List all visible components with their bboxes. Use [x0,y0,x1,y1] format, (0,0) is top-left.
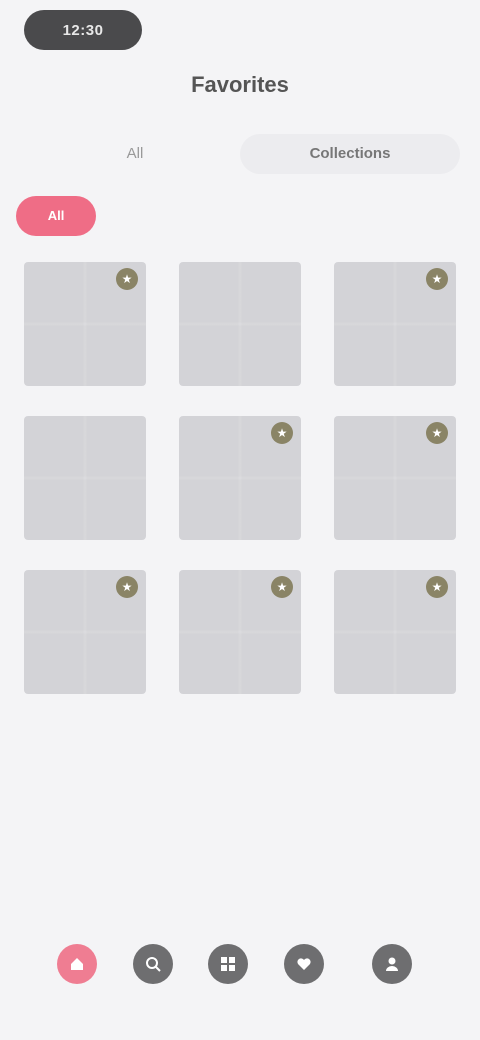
chip-filter-5[interactable] [236,196,264,236]
grid-tile[interactable]: ★ [334,416,456,540]
profile-icon[interactable] [372,944,412,984]
segmented-control: All Collections [70,134,460,174]
filter-chips: All [16,192,480,240]
grid-icon[interactable] [208,944,248,984]
grid-tile[interactable]: ★ [334,570,456,694]
chip-filter-2[interactable] [110,196,138,236]
chip-all[interactable]: All [16,196,96,236]
page-title: Favorites [191,72,289,97]
segment-all[interactable]: All [70,134,200,174]
app-screen: 12:30 Favorites All Collections All ★ ★ … [0,0,480,1040]
status-bar: 12:30 [0,0,480,60]
favorites-grid: ★ ★ ★ ★ ★ ★ ★ [24,262,456,694]
chip-filter-4[interactable] [194,196,222,236]
grid-glyph [221,957,235,971]
bottom-nav [0,930,480,1010]
star-icon[interactable]: ★ [426,422,448,444]
search-icon[interactable] [133,944,173,984]
segment-collections[interactable]: Collections [240,134,460,174]
star-icon[interactable]: ★ [116,576,138,598]
status-time-pill: 12:30 [24,10,142,50]
grid-tile[interactable]: ★ [179,570,301,694]
grid-tile[interactable] [24,416,146,540]
status-time: 12:30 [62,21,104,39]
heart-icon[interactable] [284,944,324,984]
home-icon[interactable] [57,944,97,984]
search-glyph [146,957,161,972]
tile-image [179,262,301,386]
profile-glyph [386,957,398,971]
heart-glyph [297,958,311,970]
star-icon[interactable]: ★ [271,576,293,598]
home-glyph [71,958,83,970]
star-icon[interactable]: ★ [116,268,138,290]
grid-tile[interactable]: ★ [24,262,146,386]
grid-tile[interactable]: ★ [24,570,146,694]
star-icon[interactable]: ★ [426,576,448,598]
grid-tile[interactable]: ★ [334,262,456,386]
star-icon[interactable]: ★ [271,422,293,444]
grid-tile[interactable] [179,262,301,386]
grid-tile[interactable]: ★ [179,416,301,540]
chip-filter-3[interactable] [152,196,180,236]
star-icon[interactable]: ★ [426,268,448,290]
tile-image [24,416,146,540]
